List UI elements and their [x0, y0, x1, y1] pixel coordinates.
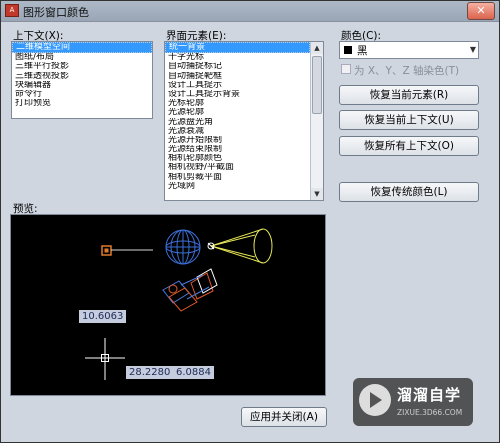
watermark-url: ZIXUE.3D66.COM	[397, 408, 463, 417]
autosnap-marker-core	[104, 248, 109, 253]
window-title: 图形窗口颜色	[23, 6, 89, 19]
scroll-down-icon[interactable]: ▼	[311, 188, 323, 200]
light-sphere-icon	[165, 229, 201, 265]
camera-icon	[162, 268, 218, 312]
context-listbox[interactable]: 二维模型空间 图纸/布局 三维平行投影 三维透视投影 块编辑器 命令行 打印预览	[11, 41, 153, 119]
element-item[interactable]: 统一背景	[165, 42, 310, 54]
element-item[interactable]: 光源衰减	[165, 127, 310, 136]
element-item[interactable]: 设计工具提示背景	[165, 90, 310, 99]
element-item[interactable]: 光标轮廓	[165, 99, 310, 108]
context-item[interactable]: 二维模型空间	[12, 42, 152, 54]
vertical-scrollbar[interactable]: ▲ ▼	[310, 42, 323, 200]
restore-all-contexts-button[interactable]: 恢复所有上下文(O)	[339, 136, 479, 156]
color-value: 黑	[357, 45, 368, 57]
watermark-text: 溜溜自学	[397, 386, 462, 404]
graphics-window-colors-dialog: A 图形窗口颜色 ✕ 上下文(X): 二维模型空间 图纸/布局 三维平行投影 三维透视…	[0, 0, 500, 443]
element-item[interactable]: 相机剪裁平面	[165, 173, 310, 182]
dimension-tooltip-3: 6.0884	[173, 366, 214, 379]
crosshair-cursor-icon	[85, 338, 125, 380]
apply-and-close-button[interactable]: 应用并关闭(A)	[241, 407, 327, 427]
interface-element-items: 统一背景 十字光标 自动捕捉标记 自动捕捉靶框 设计工具提示 设计工具提示背景 光标轮廓 光源…	[165, 42, 310, 191]
tint-xyz-checkbox[interactable]	[341, 64, 351, 74]
context-item[interactable]: 三维平行投影	[12, 62, 152, 71]
context-item[interactable]: 图纸/布局	[12, 53, 152, 62]
element-item[interactable]: 设计工具提示	[165, 81, 310, 90]
color-select[interactable]: 黑 ▼	[339, 41, 479, 59]
dimension-tooltip-1: 10.6063	[79, 310, 127, 323]
context-item[interactable]: 块编辑器	[12, 81, 152, 90]
element-item[interactable]: 光域网	[165, 182, 310, 191]
app-icon: A	[5, 4, 19, 17]
play-logo-icon	[359, 384, 391, 416]
tint-xyz-label: 为 X、Y、Z 轴染色(T)	[354, 65, 460, 77]
preview-area: 10.6063 28.2280 6.0884	[10, 214, 326, 396]
element-item[interactable]: 相机轮廓颜色	[165, 154, 310, 163]
spotlight-cone-icon	[207, 228, 273, 264]
element-item[interactable]: 光源开始限制	[165, 136, 310, 145]
watermark-logo: 溜溜自学 ZIXUE.3D66.COM	[353, 378, 473, 426]
element-item[interactable]: 光源结束限制	[165, 145, 310, 154]
context-item[interactable]: 打印预览	[12, 99, 152, 108]
chevron-down-icon[interactable]: ▼	[470, 45, 476, 54]
title-bar[interactable]: A 图形窗口颜色 ✕	[1, 1, 499, 22]
scroll-up-icon[interactable]: ▲	[311, 42, 323, 54]
dimension-tooltip-2: 28.2280	[126, 366, 174, 379]
restore-current-element-button[interactable]: 恢复当前元素(R)	[339, 85, 479, 105]
element-item[interactable]: 十字光标	[165, 53, 310, 62]
restore-classic-colors-button[interactable]: 恢复传统颜色(L)	[339, 182, 479, 202]
interface-element-listbox[interactable]: 统一背景 十字光标 自动捕捉标记 自动捕捉靶框 设计工具提示 设计工具提示背景 光标轮廓 光源…	[164, 41, 324, 201]
restore-current-context-button[interactable]: 恢复当前上下文(U)	[339, 110, 479, 130]
element-item[interactable]: 光源盘光角	[165, 118, 310, 127]
context-item[interactable]: 三维透视投影	[12, 72, 152, 81]
color-swatch	[344, 46, 352, 54]
element-item[interactable]: 相机视野/平截面	[165, 163, 310, 172]
element-item[interactable]: 光源轮廓	[165, 108, 310, 117]
element-item[interactable]: 自动捕捉标记	[165, 62, 310, 71]
context-item[interactable]: 命令行	[12, 90, 152, 99]
scroll-thumb[interactable]	[312, 56, 322, 114]
element-item[interactable]: 自动捕捉靶框	[165, 72, 310, 81]
close-button[interactable]: ✕	[467, 2, 495, 20]
